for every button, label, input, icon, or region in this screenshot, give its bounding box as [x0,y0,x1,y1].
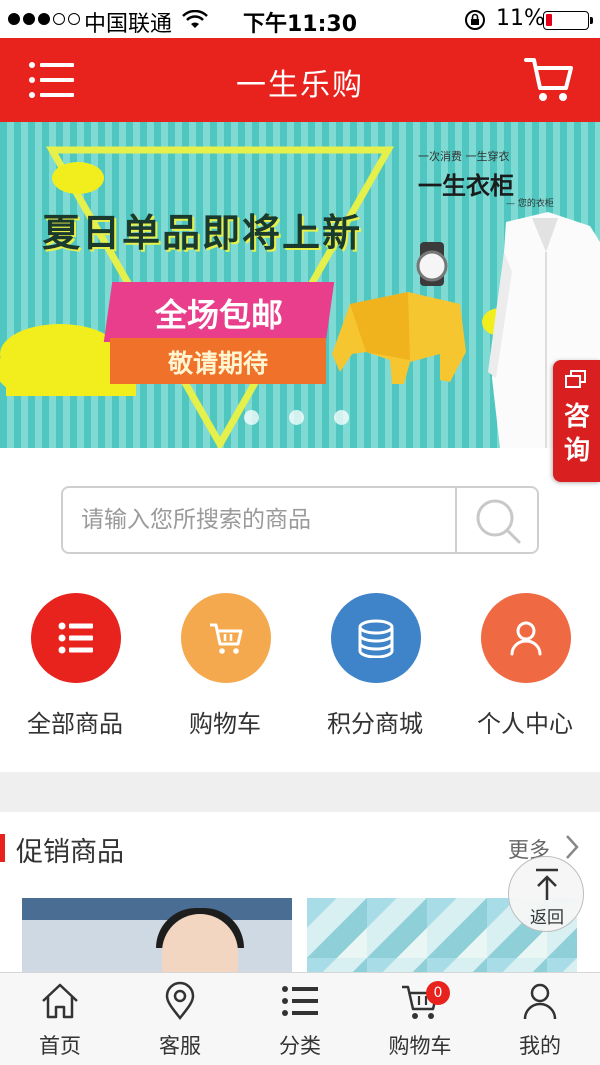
location-icon [165,981,195,1021]
promo-banner[interactable]: 夏日单品即将上新 全场包邮 敬请期待 一次消费 一生穿衣 一生衣柜 — 您的衣柜 [0,122,600,448]
user-icon [510,621,542,656]
quick-nav-icon-circle [481,593,571,683]
section-divider [0,772,600,812]
consult-button[interactable]: 咨询 [553,360,600,482]
quick-nav-all-products[interactable]: 全部商品 [0,590,150,740]
quick-nav-icon-circle [331,593,421,683]
quick-nav-label: 购物车 [189,710,261,738]
carousel-dot[interactable] [334,410,349,425]
search-button[interactable] [455,488,539,552]
quick-nav-cart[interactable]: 购物车 [150,590,300,740]
search-bar [61,486,539,554]
rotation-lock-icon [464,9,486,37]
bottom-tab-bar: 首页 客服 分类 0 购物车 我的 [0,972,600,1065]
brand-name: 一生衣柜 [418,171,514,200]
tab-me[interactable]: 我的 [480,973,600,1065]
carousel-dot[interactable] [289,410,304,425]
chat-window-icon [565,370,586,388]
quick-nav-points-mall[interactable]: 积分商城 [300,590,450,740]
tab-label: 分类 [279,1034,321,1058]
coins-icon [358,619,394,658]
section-accent-bar [0,834,5,862]
battery-percent: 11% [496,6,545,31]
quick-nav-icon-circle [31,593,121,683]
tab-home[interactable]: 首页 [0,973,120,1065]
quick-nav-label: 个人中心 [477,710,573,738]
tab-label: 购物车 [388,1034,452,1058]
banner-headline: 夏日单品即将上新 [42,210,363,255]
header-cart-button[interactable] [524,56,574,104]
quick-nav: 全部商品 购物车 积分商城 个人中心 [0,590,600,750]
promo-section-title: 促销商品 [16,837,124,868]
battery-icon [543,11,593,30]
tab-label: 客服 [159,1034,201,1058]
status-bar: 中国联通 下午11:30 11% [0,0,600,38]
cart-count-badge: 0 [426,981,450,1005]
promo-product-card[interactable] [22,898,292,978]
tab-label: 首页 [39,1034,81,1058]
arrow-up-icon [536,868,558,900]
app-header: 一生乐购 [0,38,600,122]
banner-badge-sub: 敬请期待 [167,349,268,378]
banner-badge-main: 全场包邮 [154,296,283,334]
app-title: 一生乐购 [236,68,364,103]
tab-service[interactable]: 客服 [120,973,240,1065]
carousel-dot[interactable] [244,410,259,425]
cart-icon [210,623,243,654]
brand-tagline: 一次消费 一生穿衣 [418,150,510,163]
user-icon [523,983,557,1020]
carousel-indicators [244,410,349,425]
tab-label: 我的 [519,1034,561,1058]
home-icon [42,983,78,1019]
quick-nav-label: 全部商品 [27,710,123,738]
chevron-right-icon [566,835,579,859]
list-icon [282,986,318,1016]
tab-cart[interactable]: 0 购物车 [360,973,480,1065]
cart-icon [524,58,573,101]
tab-category[interactable]: 分类 [240,973,360,1065]
quick-nav-icon-circle [181,593,271,683]
back-to-top-label: 返回 [530,908,564,928]
list-icon [58,622,93,654]
search-input[interactable] [81,500,451,540]
back-to-top-button[interactable]: 返回 [508,856,584,932]
quick-nav-user-center[interactable]: 个人中心 [450,590,600,740]
search-icon [476,499,521,544]
quick-nav-label: 积分商城 [327,710,423,738]
brand-subtitle: — 您的衣柜 [506,199,554,209]
consult-label: 咨询 [563,402,590,466]
